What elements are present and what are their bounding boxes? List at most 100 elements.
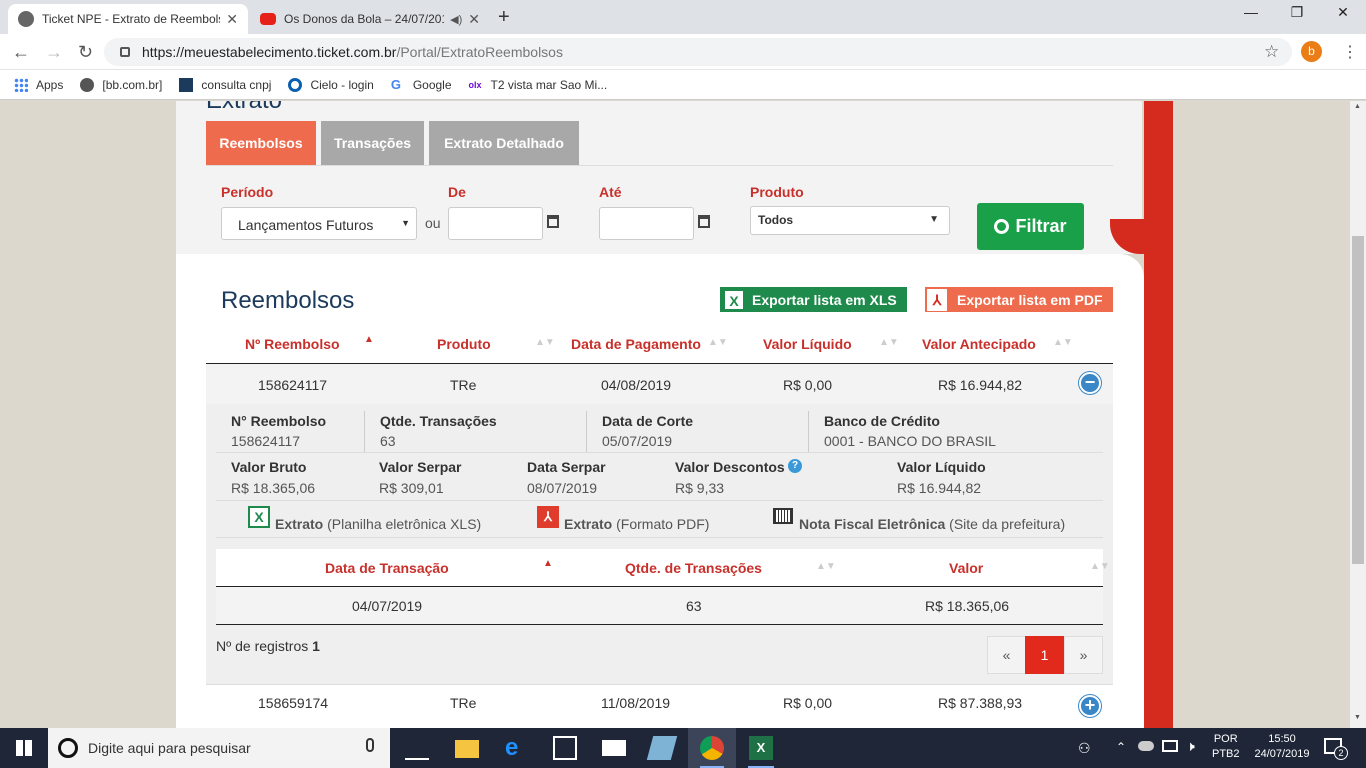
bookmark-cielo[interactable]: Cielo - login — [288, 77, 374, 92]
scroll-up-arrow[interactable]: ▲ — [1354, 103, 1361, 110]
cell-produto: TRe — [450, 377, 477, 393]
th-valor-antecipado[interactable]: Valor Antecipado — [922, 336, 1036, 352]
produto-select[interactable]: Todos ▼ — [750, 206, 950, 235]
chrome-icon[interactable] — [700, 736, 724, 760]
scroll-down-arrow[interactable]: ▼ — [1354, 714, 1361, 721]
clock[interactable]: 15:50 24/07/2019 — [1246, 733, 1318, 760]
lock-icon — [120, 47, 130, 57]
new-tab-button[interactable]: + — [498, 6, 510, 29]
calendar-icon[interactable] — [547, 215, 559, 228]
task-view-icon[interactable] — [405, 736, 429, 760]
sort-icon[interactable]: ▲▼ — [879, 337, 899, 348]
pagination-next[interactable]: » — [1064, 636, 1103, 674]
row-divider — [206, 684, 1113, 685]
th-qtde-transacoes[interactable]: Qtde. de Transações — [625, 560, 762, 576]
forward-button[interactable]: → — [45, 42, 63, 63]
calendar-icon[interactable] — [698, 215, 710, 228]
sort-icon[interactable]: ▲▼ — [1090, 561, 1110, 572]
collapse-row-button[interactable]: − — [1079, 372, 1101, 394]
filtrar-button[interactable]: Filtrar — [977, 203, 1084, 250]
language-indicator[interactable]: POR PTB2 — [1212, 733, 1240, 760]
scrollbar[interactable]: ▲ ▼ — [1350, 101, 1366, 728]
minimize-button[interactable]: — — [1228, 4, 1274, 20]
bookmark-olx[interactable]: olx T2 vista mar Sao Mi... — [469, 78, 608, 92]
sort-icon[interactable]: ▲▼ — [1053, 337, 1073, 348]
de-date-input[interactable] — [448, 207, 543, 240]
expand-row-button[interactable]: + — [1079, 695, 1101, 717]
help-icon[interactable]: ? — [788, 459, 802, 473]
tab-donos-da-bola[interactable]: Os Donos da Bola – 24/07/2019 ◀) ✕ — [250, 4, 490, 34]
tab-ticket-npe[interactable]: Ticket NPE - Extrato de Reembolsos ✕ — [8, 4, 248, 34]
detail-serpar-label: Valor Serpar — [379, 459, 462, 475]
sort-icon[interactable]: ▲▼ — [816, 561, 836, 572]
extrato-xls-link[interactable]: Extrato (Planilha eletrônica XLS) — [275, 516, 481, 532]
store-icon[interactable] — [553, 736, 577, 760]
divider — [216, 452, 1103, 453]
onedrive-icon[interactable] — [1138, 741, 1154, 751]
sort-asc-icon[interactable]: ▲ — [543, 558, 553, 569]
volume-icon[interactable]: 🕨 — [1186, 738, 1195, 755]
receita-icon — [179, 77, 194, 92]
address-bar[interactable]: https://meuestabelecimento.ticket.com.br… — [104, 38, 1292, 66]
tab-transacoes[interactable]: Transações — [321, 121, 424, 165]
export-pdf-button[interactable]: ⅄ Exportar lista em PDF — [925, 287, 1113, 312]
cell-liquido: R$ 0,00 — [783, 695, 833, 711]
reload-button[interactable]: ↻ — [78, 42, 93, 63]
excel-taskbar-icon[interactable]: X — [749, 736, 773, 760]
taskbar-search-input[interactable]: Digite aqui para pesquisar — [48, 728, 390, 768]
speaker-icon[interactable]: ◀) — [450, 13, 462, 26]
sort-icon[interactable]: ▲▼ — [708, 337, 728, 348]
tab-title: Ticket NPE - Extrato de Reembolsos — [42, 12, 221, 26]
pdf-icon: ⅄ — [537, 506, 559, 528]
bookmark-google[interactable]: G Google — [390, 76, 452, 92]
pagination-prev[interactable]: « — [987, 636, 1026, 674]
bookmark-bb[interactable]: [bb.com.br] — [80, 77, 162, 92]
avatar[interactable]: b — [1301, 41, 1322, 62]
notes-icon[interactable] — [646, 736, 678, 760]
edge-icon[interactable]: e — [505, 736, 529, 760]
google-icon: G — [390, 76, 401, 92]
th-reembolso[interactable]: Nº Reembolso — [245, 336, 340, 352]
bookmark-label: consulta cnpj — [201, 77, 272, 92]
th-valor[interactable]: Valor — [949, 560, 983, 576]
ate-date-input[interactable] — [599, 207, 694, 240]
extrato-pdf-link[interactable]: Extrato (Formato PDF) — [564, 516, 709, 532]
tab-extrato-detalhado[interactable]: Extrato Detalhado — [429, 121, 579, 165]
periodo-select[interactable]: Lançamentos Futuros ▼ — [221, 207, 417, 240]
tab-reembolsos[interactable]: Reembolsos — [206, 121, 316, 165]
mail-icon[interactable] — [602, 740, 626, 756]
th-data-transacao[interactable]: Data de Transação — [325, 560, 449, 576]
network-icon[interactable] — [1162, 740, 1178, 752]
back-button[interactable]: ← — [12, 42, 30, 63]
sort-icon[interactable]: ▲▼ — [535, 337, 555, 348]
link-bold: Extrato — [564, 516, 613, 532]
th-produto[interactable]: Produto — [437, 336, 491, 352]
url-domain: https://meuestabelecimento.ticket.com.br — [142, 44, 397, 60]
nota-fiscal-link[interactable]: Nota Fiscal Eletrônica (Site da prefeitu… — [799, 516, 1065, 532]
th-data-pagamento[interactable]: Data de Pagamento — [571, 336, 701, 352]
tab-underline — [206, 165, 1113, 166]
bookmark-apps[interactable]: Apps — [14, 77, 63, 92]
chevron-up-icon[interactable]: ⌃ — [1116, 740, 1126, 754]
th-valor-liquido[interactable]: Valor Líquido — [763, 336, 852, 352]
file-explorer-icon[interactable] — [455, 740, 479, 758]
microphone-icon[interactable] — [366, 738, 374, 752]
close-window-button[interactable]: ✕ — [1320, 4, 1366, 21]
close-icon[interactable]: ✕ — [226, 11, 238, 28]
pagination-page-1[interactable]: 1 — [1025, 636, 1064, 674]
export-xls-label: Exportar lista em XLS — [752, 291, 897, 308]
filtrar-label: Filtrar — [1015, 216, 1067, 236]
scrollbar-thumb[interactable] — [1352, 236, 1364, 564]
sort-asc-icon[interactable]: ▲ — [364, 334, 374, 345]
cell-antecipado: R$ 87.388,93 — [938, 695, 1023, 711]
restore-button[interactable]: ❐ — [1274, 4, 1320, 21]
export-xls-button[interactable]: X Exportar lista em XLS — [720, 287, 907, 312]
bookmark-consulta-cnpj[interactable]: consulta cnpj — [179, 77, 272, 92]
menu-icon[interactable]: ⋮ — [1342, 42, 1358, 62]
close-icon[interactable]: ✕ — [468, 11, 480, 28]
bookmark-star-icon[interactable]: ☆ — [1264, 42, 1279, 62]
excel-icon: X — [724, 289, 744, 310]
periodo-value: Lançamentos Futuros — [238, 217, 374, 233]
people-icon[interactable]: ⚇ — [1078, 740, 1091, 757]
windows-start-icon[interactable] — [16, 740, 32, 756]
